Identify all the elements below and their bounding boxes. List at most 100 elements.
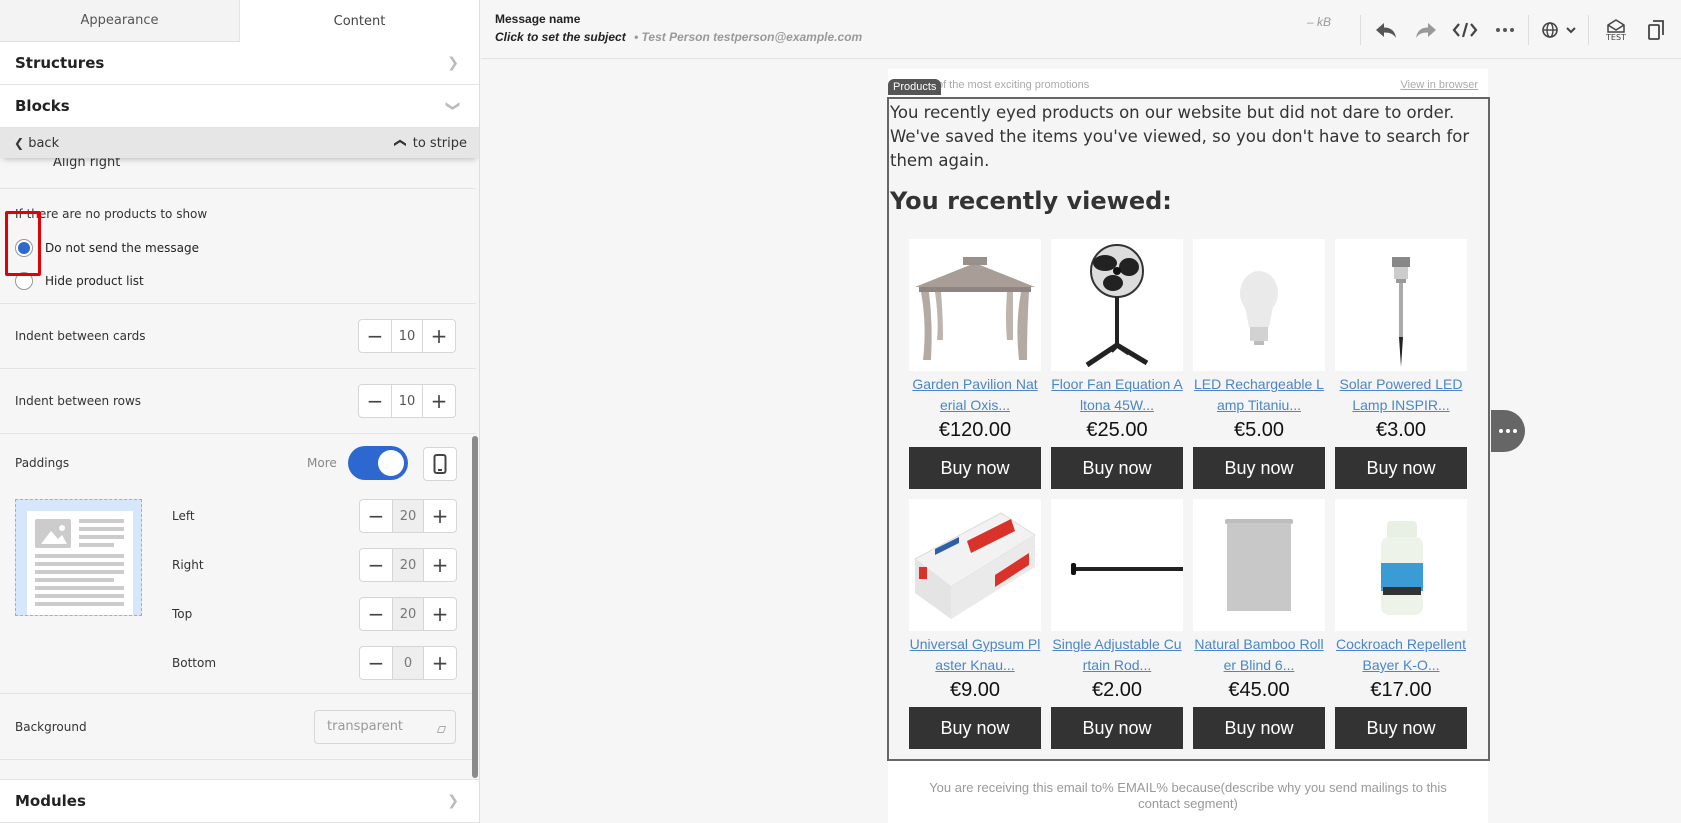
preview-paper [27,511,133,615]
decrement-button[interactable]: − [360,647,392,679]
language-selector[interactable] [1539,17,1579,43]
buy-now-button[interactable]: Buy now [1051,707,1183,749]
fan-image [1085,244,1149,368]
padding-preview [15,499,142,616]
product-card: Natural Bamboo Roll er Blind 6... €45.00… [1193,499,1325,749]
radio-do-not-send[interactable]: Do not send the message [15,231,456,264]
section-structures-label: Structures [15,54,105,72]
block-actions-button[interactable] [1491,410,1525,452]
decrement-button[interactable]: − [360,598,392,630]
to-stripe-button[interactable]: ❯ to stripe [392,135,467,151]
product-image[interactable] [1193,499,1325,631]
increment-button[interactable]: + [423,320,455,352]
padding-bottom-value[interactable]: 0 [392,647,424,679]
buy-now-button[interactable]: Buy now [1335,447,1467,489]
increment-button[interactable]: + [424,549,456,581]
message-name[interactable]: Message name [495,12,580,26]
padding-top-value[interactable]: 20 [392,598,424,630]
section-modules[interactable]: Modules ❯ [0,779,479,823]
product-image[interactable] [1335,499,1467,631]
radio-unchecked-icon[interactable] [15,271,33,290]
product-name-link[interactable]: Floor Fan Equation A ltona 45W... [1051,374,1183,416]
buy-now-button[interactable]: Buy now [909,447,1041,489]
test-email-icon [1607,18,1625,33]
product-card: Solar Powered LED Lamp INSPIR... €3.00 B… [1335,239,1467,489]
back-button[interactable]: ❮ back [14,136,59,151]
no-products-label: If there are no products to show [15,207,208,221]
editor-toolbar: Message name Click to set the subject • … [481,0,1681,59]
to-stripe-label: to stripe [412,135,467,151]
background-color-input[interactable]: transparent [314,709,456,744]
decrement-button[interactable]: − [360,500,392,532]
product-image[interactable] [1051,239,1183,371]
buy-now-button[interactable]: Buy now [909,707,1041,749]
code-button[interactable] [1451,17,1479,43]
block-tag: Products [888,79,942,95]
buy-now-button[interactable]: Buy now [1335,707,1467,749]
gypsum-bag-image [914,512,1036,619]
increment-button[interactable]: + [424,598,456,630]
indent-rows-value[interactable]: 10 [391,385,423,417]
intro-text: You recently eyed products on our websit… [890,103,1470,170]
padding-bottom-setting: Bottom − 0 + [172,646,457,680]
buy-now-button[interactable]: Buy now [1193,447,1325,489]
product-price: €25.00 [1086,419,1148,441]
increment-button[interactable]: + [424,500,456,532]
buy-now-button[interactable]: Buy now [1051,447,1183,489]
mobile-view-button[interactable] [423,447,457,481]
align-right-option[interactable]: Align right [0,158,476,189]
product-name-link[interactable]: Universal Gypsum Pl aster Knau... [909,634,1041,676]
settings-panel: Appearance Content Structures ❯ Blocks ❯… [0,0,480,823]
product-image[interactable] [909,499,1041,631]
products-block[interactable]: You recently eyed products on our websit… [887,97,1490,761]
send-test-button[interactable]: TEST [1601,16,1631,44]
copy-button[interactable] [1641,17,1671,43]
product-name-link[interactable]: Solar Powered LED Lamp INSPIR... [1335,374,1467,416]
toolbar-divider [1528,15,1529,45]
product-name-link[interactable]: Natural Bamboo Roll er Blind 6... [1193,634,1325,676]
product-card: Floor Fan Equation A ltona 45W... €25.00… [1051,239,1183,489]
subject-field[interactable]: Click to set the subject [495,30,626,44]
footer-text: You are receiving this email to% EMAIL% … [929,780,1447,811]
buy-now-button[interactable]: Buy now [1193,707,1325,749]
padding-right-value[interactable]: 20 [392,549,424,581]
undo-button[interactable] [1372,17,1400,43]
product-name-link[interactable]: Cockroach Repellent Bayer K-O... [1335,634,1467,676]
product-image[interactable] [1335,239,1467,371]
background-setting: Background transparent [0,694,476,760]
redo-button[interactable] [1412,17,1440,43]
decrement-button[interactable]: − [360,549,392,581]
increment-button[interactable]: + [424,647,456,679]
increment-button[interactable]: + [423,385,455,417]
indent-rows-label: Indent between rows [15,394,142,408]
padding-top-stepper: − 20 + [359,597,457,631]
more-options-button[interactable] [1491,17,1519,43]
more-toggle[interactable] [348,446,408,480]
paddings-label: Paddings [15,456,70,470]
image-placeholder-icon [35,519,124,606]
product-image[interactable] [909,239,1041,371]
decrement-button[interactable]: − [359,320,391,352]
indent-cards-value[interactable]: 10 [391,320,423,352]
tab-content[interactable]: Content [239,0,479,42]
preheader: der of the most exciting promotions View… [888,79,1488,95]
decrement-button[interactable]: − [359,385,391,417]
back-label: back [28,135,60,151]
panel-scrollbar[interactable] [472,436,478,778]
product-name-link[interactable]: LED Rechargeable L amp Titaniu... [1193,374,1325,416]
product-image[interactable] [1193,239,1325,371]
view-in-browser-link[interactable]: View in browser [1401,79,1478,91]
product-card: Garden Pavilion Nat erial Oxis... €120.0… [909,239,1041,489]
radio-hide-product-list[interactable]: Hide product list [15,264,456,297]
tab-appearance[interactable]: Appearance [0,0,239,42]
radio-checked-icon[interactable] [15,238,33,257]
copy-icon [1648,20,1664,40]
section-structures[interactable]: Structures ❯ [0,42,479,85]
section-blocks[interactable]: Blocks ❯ [0,85,479,128]
padding-left-value[interactable]: 20 [392,500,424,532]
product-image[interactable] [1051,499,1183,631]
product-name-link[interactable]: Garden Pavilion Nat erial Oxis... [909,374,1041,416]
block-nav-bar: ❮ back ❯ to stripe [0,128,479,158]
product-price: €3.00 [1375,419,1427,441]
product-name-link[interactable]: Single Adjustable Cu rtain Rod... [1051,634,1183,676]
